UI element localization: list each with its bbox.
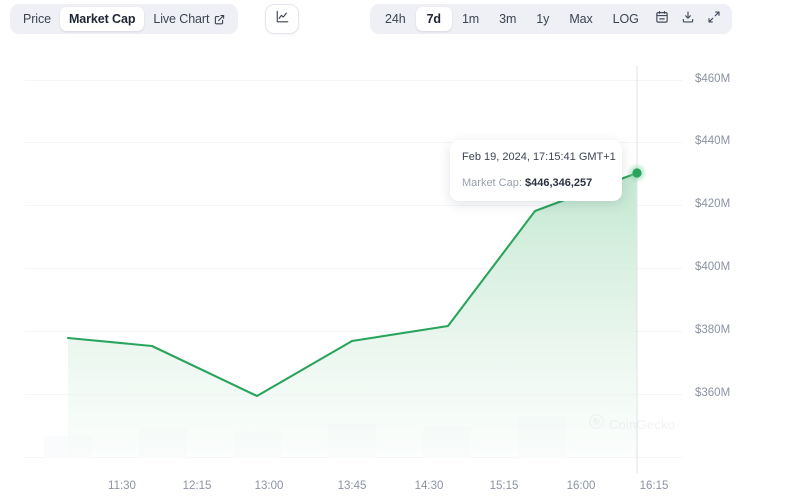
tooltip-metric-value: $446,346,257	[524, 177, 593, 189]
y-axis-label-360m: $360M	[695, 387, 731, 399]
timeframe-3m[interactable]: 3m	[489, 7, 526, 31]
chart-type-button[interactable]	[265, 4, 299, 34]
x-axis-label-1130: 11:30	[108, 480, 136, 492]
y-axis-label-440m: $440M	[695, 135, 731, 147]
download-button[interactable]	[675, 7, 701, 31]
x-axis-label-1430: 14:30	[414, 480, 444, 492]
x-axis-label-1215: 12:15	[182, 480, 212, 492]
timeframe-max[interactable]: Max	[559, 7, 602, 31]
timeframe-group: 24h 7d 1m 3m 1y Max LOG	[370, 4, 732, 34]
y-axis-label-420m: $420M	[695, 198, 731, 210]
tab-price[interactable]: Price	[14, 7, 60, 31]
watermark-text: CoinGecko	[609, 416, 676, 432]
external-link-icon	[214, 14, 225, 25]
log-scale-toggle[interactable]: LOG	[603, 7, 649, 31]
coingecko-watermark: CoinGecko	[589, 414, 675, 434]
hover-point-marker	[632, 168, 642, 178]
expand-icon	[707, 10, 721, 29]
chart-canvas	[25, 66, 682, 473]
tooltip-metric-label: Market Cap:	[462, 177, 522, 189]
y-axis-label-380m: $380M	[695, 324, 731, 336]
tab-live-chart[interactable]: Live Chart	[144, 7, 234, 31]
x-axis-label-1345: 13:45	[337, 480, 367, 492]
chart-tooltip: Feb 19, 2024, 17:15:41 GMT+1 Market Cap:…	[450, 140, 622, 201]
tooltip-metric-row: Market Cap: $446,346,257	[462, 177, 610, 189]
market-cap-chart-widget: Price Market Cap Live Chart 24h 7d 1m 3m…	[0, 0, 800, 500]
x-axis-label-1515: 15:15	[489, 480, 519, 492]
download-icon	[681, 10, 695, 29]
timeframe-24h[interactable]: 24h	[375, 7, 416, 31]
x-axis-label-1600: 16:00	[566, 480, 596, 492]
calendar-button[interactable]	[649, 7, 675, 31]
gecko-logo-icon	[589, 414, 604, 434]
timeframe-1m[interactable]: 1m	[452, 7, 489, 31]
area-fill	[68, 173, 637, 457]
metric-tab-group: Price Market Cap Live Chart	[10, 4, 239, 34]
timeframe-7d[interactable]: 7d	[415, 7, 452, 31]
y-axis-label-400m: $400M	[695, 261, 731, 273]
x-axis-label-1300: 13:00	[254, 480, 284, 492]
y-axis-label-460m: $460M	[695, 73, 731, 85]
x-axis-label-1615: 16:15	[639, 480, 669, 492]
calendar-icon	[655, 10, 669, 29]
tab-market-cap[interactable]: Market Cap	[59, 7, 145, 31]
chart-toolbar: Price Market Cap Live Chart 24h 7d 1m 3m…	[0, 0, 800, 40]
chart-plot-area[interactable]: $460M $440M $420M $400M $380M $360M 11:3…	[0, 48, 800, 500]
tooltip-date: Feb 19, 2024, 17:15:41 GMT+1	[462, 151, 616, 163]
line-chart-icon	[275, 9, 290, 29]
expand-button[interactable]	[701, 7, 727, 31]
timeframe-1y[interactable]: 1y	[526, 7, 559, 31]
tab-live-chart-label: Live Chart	[153, 12, 210, 26]
